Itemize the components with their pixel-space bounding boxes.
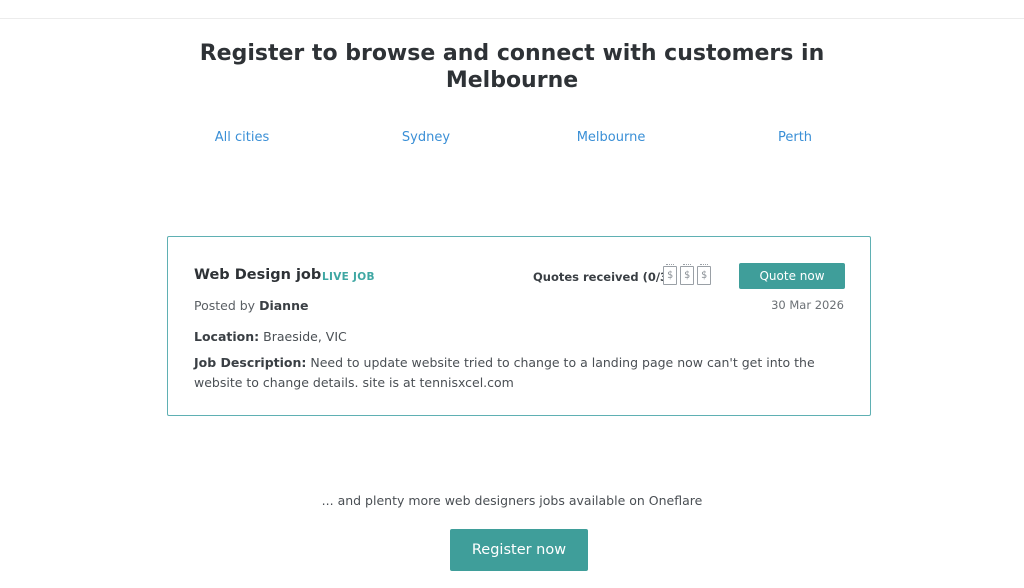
city-filter-nav: All cities Sydney Melbourne Perth: [0, 130, 1024, 148]
location-label: Location:: [194, 329, 260, 344]
job-card: Web Design job LIVE JOB Quotes received …: [167, 236, 871, 416]
posted-by: Posted by Dianne: [194, 298, 308, 313]
posted-by-prefix: Posted by: [194, 298, 256, 313]
page-title-line-1: Register to browse and connect with cust…: [199, 41, 825, 66]
location-value: Braeside, VIC: [263, 329, 347, 344]
poster-name: Dianne: [259, 298, 309, 313]
page-title-line-2: Melbourne: [445, 68, 579, 93]
post-date: 30 Mar 2026: [771, 298, 844, 312]
more-jobs-text: ... and plenty more web designers jobs a…: [321, 493, 703, 508]
live-job-badge: LIVE JOB: [322, 271, 375, 283]
quotes-received-label: Quotes received (0/3): [533, 270, 674, 284]
top-divider: [0, 18, 1024, 19]
quote-now-button[interactable]: Quote now: [739, 263, 845, 289]
register-now-button[interactable]: Register now: [450, 529, 588, 571]
city-link-melbourne[interactable]: Melbourne: [577, 130, 646, 145]
quote-slots: $ $ $: [663, 264, 711, 286]
job-description: Job Description: Need to update website …: [194, 353, 854, 393]
dollar-receipt-icon: $: [663, 264, 677, 285]
city-link-all-cities[interactable]: All cities: [215, 130, 270, 145]
city-link-sydney[interactable]: Sydney: [402, 130, 450, 145]
dollar-receipt-icon: $: [680, 264, 694, 285]
city-link-perth[interactable]: Perth: [778, 130, 812, 145]
dollar-receipt-icon: $: [697, 264, 711, 285]
page-title: Register to browse and connect with cust…: [0, 40, 1024, 94]
description-label: Job Description:: [194, 355, 307, 370]
job-location: Location: Braeside, VIC: [194, 329, 347, 344]
job-title: Web Design job: [194, 267, 322, 283]
